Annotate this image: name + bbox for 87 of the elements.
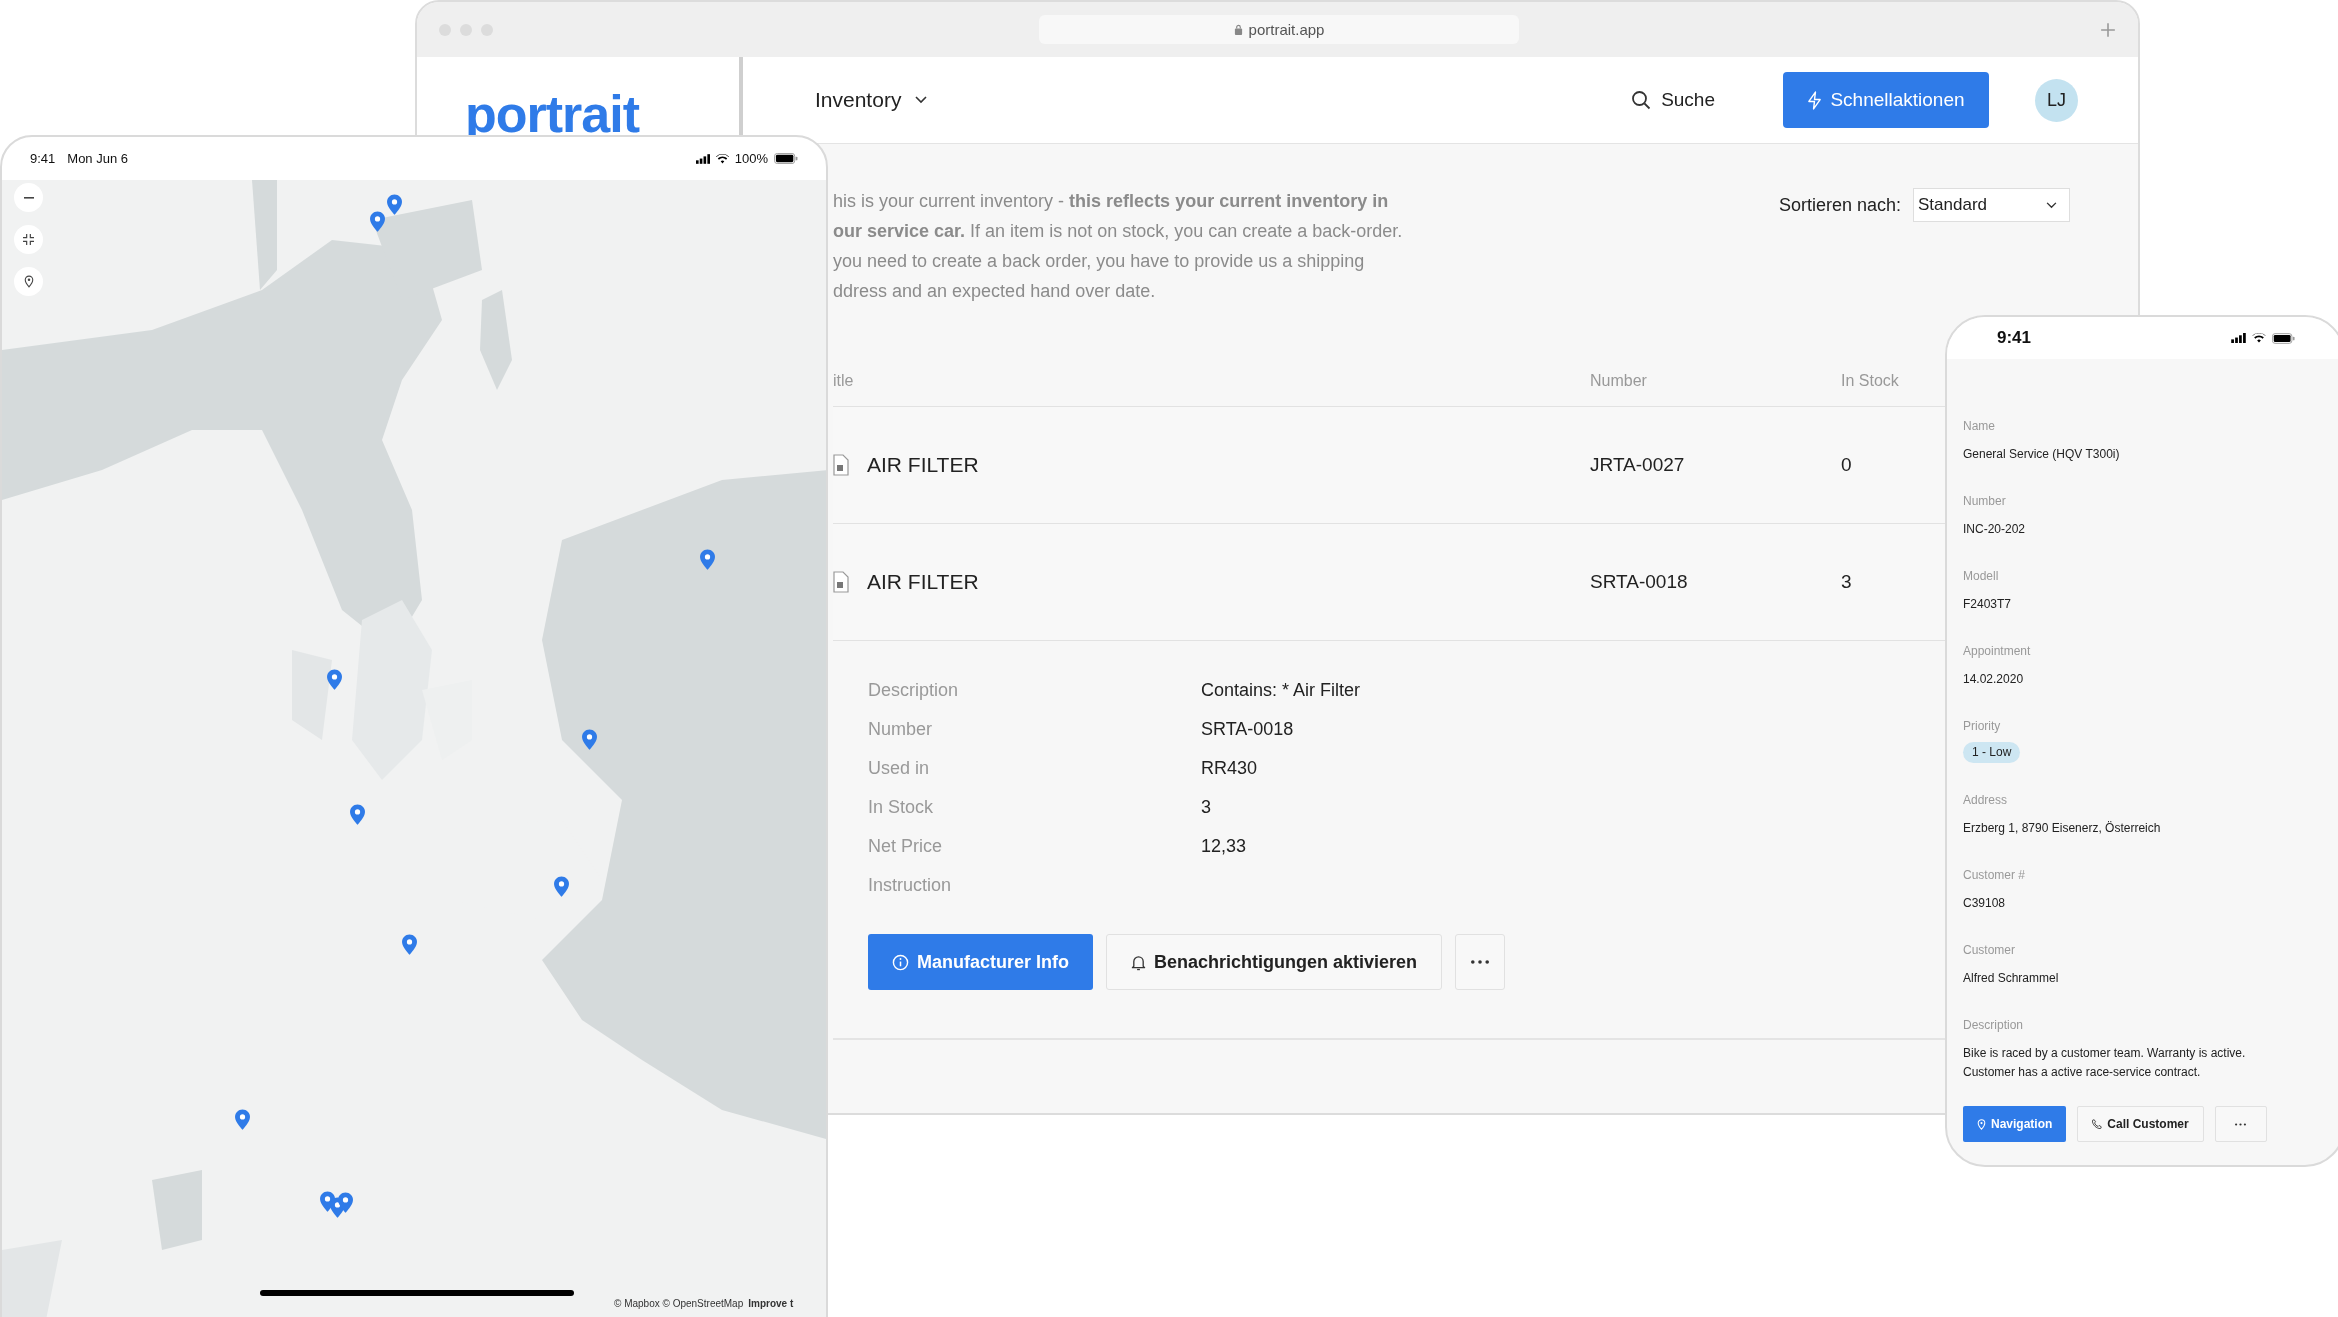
field-label: Appointment (1963, 644, 2031, 658)
detail-label: In Stock (868, 796, 934, 819)
column-header: In Stock (1841, 372, 1899, 390)
field-value: C39108 (1963, 895, 2006, 912)
lightning-icon (1807, 90, 1823, 110)
map-pin-icon[interactable] (350, 804, 365, 825)
map-pin-icon[interactable] (554, 876, 569, 897)
battery-icon (774, 153, 798, 164)
table-cell: 3 (1841, 571, 1852, 593)
quick-actions-button[interactable]: Schnellaktionen (1783, 72, 1989, 128)
field-value: Erzberg 1, 8790 Eisenerz, Österreich (1963, 820, 2161, 837)
map-pin-icon[interactable] (387, 194, 402, 215)
field-value: 14.02.2020 (1963, 671, 2024, 688)
detail-value: Contains: * Air Filter (1201, 679, 1361, 702)
signal-icon (695, 153, 710, 164)
status-time: 9:41 (30, 151, 56, 166)
field-label: Customer (1963, 943, 2015, 957)
location-pin-icon (23, 275, 34, 288)
detail-label: Description (868, 679, 959, 702)
minus-icon (23, 196, 34, 199)
map-pin-icon[interactable] (370, 211, 385, 232)
priority-tag: 1 - Low (1963, 742, 2021, 763)
field-label: Number (1963, 494, 2006, 508)
field-label: Modell (1963, 569, 1999, 583)
inventory-menu[interactable]: Inventory (815, 88, 928, 112)
sort-label: Sortieren nach: (1778, 194, 1901, 216)
field-label: Description (1963, 1018, 2024, 1032)
chevron-down-icon (2046, 201, 2057, 209)
detail-label: Used in (868, 757, 930, 780)
signal-icon (2231, 333, 2246, 343)
detail-label: Net Price (868, 835, 943, 858)
map-pin-icon[interactable] (327, 669, 342, 690)
detail-label: Instruction (868, 874, 952, 897)
map-pin-icon[interactable] (582, 729, 597, 750)
bell-icon (1131, 953, 1146, 971)
field-label: Customer # (1963, 868, 2026, 882)
table-cell: AIR FILTER (867, 570, 979, 594)
field-label: Name (1963, 419, 1995, 433)
map-pin-icon[interactable] (338, 1192, 353, 1213)
field-value: Bike is raced by a customer team. Warranty is active. Customer has a active race-service contract. (1963, 1045, 2247, 1081)
wifi-icon (2252, 333, 2266, 343)
battery-percent: 100% (734, 151, 768, 166)
chevron-down-icon (915, 96, 928, 104)
info-icon (892, 953, 909, 971)
field-label: Address (1963, 793, 2008, 807)
intro-text: his is your current inventory - this reflects your current inventory in our service car. If an item is not on stock, you can create a back-order. you need to create a back order, you have to provide us a shipping ddress and an expected hand over date. (833, 190, 1403, 303)
field-value: F2403T7 (1963, 596, 2012, 613)
detail-value: 3 (1201, 796, 1211, 819)
table-cell: 0 (1841, 454, 1852, 476)
table-cell: JRTA-0027 (1590, 454, 1685, 476)
battery-icon (2272, 332, 2295, 344)
detail-value: 12,33 (1201, 835, 1247, 858)
field-label: Priority (1963, 719, 2001, 733)
column-header: Number (1590, 372, 1647, 390)
call-customer-button[interactable]: Call Customer (2077, 1106, 2204, 1142)
status-date: Mon Jun 6 (67, 151, 128, 166)
sort-dropdown[interactable]: Standard (1913, 188, 2070, 222)
address-bar[interactable]: portrait.app (1039, 15, 1519, 44)
map-pin-icon[interactable] (700, 549, 715, 570)
logo: portrait (465, 95, 641, 133)
more-icon (1471, 960, 1490, 964)
search-button[interactable]: Suche (1631, 89, 1715, 111)
table-cell: AIR FILTER (867, 453, 979, 477)
navigation-button[interactable]: Navigation (1963, 1106, 2067, 1142)
wifi-icon (715, 153, 729, 164)
user-avatar[interactable]: LJ (2035, 78, 2078, 122)
table-cell: SRTA-0018 (1590, 571, 1688, 593)
status-time: 9:41 (1997, 328, 2032, 348)
map-pin-icon[interactable] (235, 1109, 250, 1130)
detail-label: Number (868, 718, 933, 741)
detail-value: SRTA-0018 (1201, 718, 1294, 741)
manufacturer-info-button[interactable]: Manufacturer Info (868, 934, 1093, 990)
location-pin-icon (1977, 1118, 1986, 1130)
notifications-button[interactable]: Benachrichtigungen aktivieren (1106, 934, 1443, 990)
detail-value: RR430 (1201, 757, 1258, 780)
field-value: INC-20-202 (1963, 521, 2026, 538)
lock-icon (1233, 24, 1243, 35)
improve-link[interactable]: Improve t (748, 1298, 794, 1309)
field-value: Alfred Schrammel (1963, 970, 2059, 987)
field-value: General Service (HQV T300i) (1963, 446, 2120, 463)
map-attribution: © Mapbox © OpenStreetMap (614, 1298, 744, 1309)
phone-icon (2092, 1119, 2103, 1129)
collapse-icon (23, 234, 34, 245)
search-icon (1631, 90, 1652, 110)
map-pin-icon[interactable] (402, 934, 417, 955)
more-icon (2235, 1122, 2247, 1126)
column-header: itle (833, 372, 854, 390)
